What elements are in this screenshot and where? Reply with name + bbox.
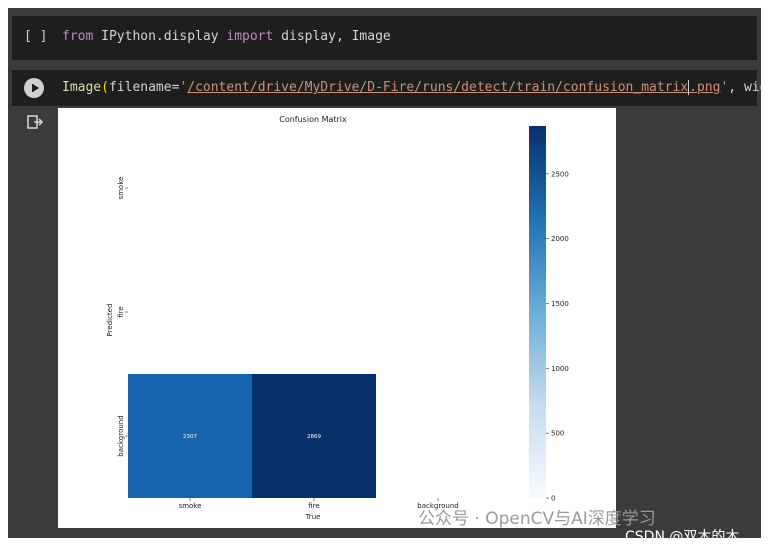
confusion-matrix-chart: Confusion Matrix 2307 2869 smoke fire backg… bbox=[106, 115, 569, 521]
cell-execution-bracket[interactable]: [ ] bbox=[24, 29, 47, 44]
y-tick-label: fire bbox=[117, 306, 125, 317]
play-icon bbox=[32, 83, 39, 93]
output-icon[interactable] bbox=[26, 114, 44, 130]
chart-title: Confusion Matrix bbox=[279, 115, 347, 124]
y-tick-label: background bbox=[117, 415, 125, 456]
colorbar-tick-label: 1500 bbox=[551, 300, 569, 308]
image-output: Confusion Matrix 2307 2869 smoke fire backg… bbox=[58, 108, 616, 528]
param-width: , width= bbox=[728, 80, 761, 95]
y-axis-label: Predicted bbox=[106, 304, 114, 337]
notebook-frame: [ ] from IPython.display import display,… bbox=[8, 8, 761, 538]
colorbar-tick-label: 0 bbox=[551, 495, 555, 503]
x-tick-label: smoke bbox=[179, 502, 202, 510]
colorbar-tick-label: 2500 bbox=[551, 170, 569, 178]
cell-value-label: 2869 bbox=[307, 434, 321, 440]
code-cell-import[interactable]: [ ] from IPython.display import display,… bbox=[12, 16, 757, 60]
file-path[interactable]: /content/drive/MyDrive/D-Fire/runs/detec… bbox=[187, 80, 720, 95]
colorbar-tick-label: 500 bbox=[551, 430, 564, 438]
y-tick-label: smoke bbox=[117, 177, 125, 200]
cell-code[interactable]: from IPython.display import display, Ima… bbox=[62, 29, 391, 44]
imported-names: display, Image bbox=[273, 29, 391, 44]
cell-value-label: 2307 bbox=[183, 434, 197, 440]
colorbar-tick-label: 2000 bbox=[551, 235, 569, 243]
module-name: IPython.display bbox=[93, 29, 227, 44]
param-filename: filename= bbox=[108, 80, 180, 95]
colorbar bbox=[529, 126, 546, 498]
watermark: 公众号 · OpenCV与AI深度学习 bbox=[418, 509, 656, 529]
keyword-from: from bbox=[62, 29, 94, 44]
x-tick-label: fire bbox=[308, 502, 319, 510]
x-axis-label: True bbox=[305, 513, 321, 521]
function-name: Image bbox=[62, 80, 102, 95]
keyword-import: import bbox=[226, 29, 274, 44]
colorbar-tick-label: 1000 bbox=[551, 365, 569, 373]
credit-text: CSDN @双木的木 bbox=[625, 529, 740, 538]
code-cell-image[interactable]: Image(filename='/content/drive/MyDrive/D… bbox=[12, 70, 761, 106]
cell-code[interactable]: Image(filename='/content/drive/MyDrive/D… bbox=[62, 80, 761, 95]
run-cell-button[interactable] bbox=[24, 78, 44, 98]
